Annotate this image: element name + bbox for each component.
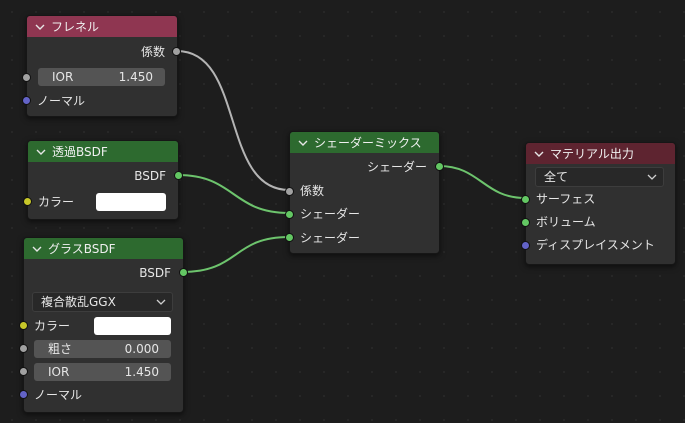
socket-ior-input[interactable] <box>22 73 31 82</box>
fac-label: 係数 <box>300 184 325 198</box>
target-value: 全て <box>544 170 569 184</box>
node-title: 透過BSDF <box>52 145 108 159</box>
node-editor-canvas[interactable]: フレネル 係数 IOR 1.450 ノーマル 透過BSDF BSDF カラー グ… <box>0 0 685 423</box>
color-label: カラー <box>34 319 71 333</box>
ior-field[interactable]: IOR 1.450 <box>34 363 171 381</box>
output-bsdf-label: BSDF <box>139 266 171 280</box>
output-bsdf-label: BSDF <box>134 169 166 183</box>
roughness-value: 0.000 <box>124 342 159 356</box>
chevron-down-icon[interactable] <box>298 138 308 148</box>
node-fresnel-header[interactable]: フレネル <box>27 16 177 37</box>
link-glass-to-mix-shader2 <box>181 236 290 273</box>
node-fresnel[interactable]: フレネル 係数 IOR 1.450 ノーマル <box>22 15 181 117</box>
node-title: グラスBSDF <box>48 242 116 256</box>
link-fresnel-to-mix-fac <box>176 50 290 191</box>
node-transparent-header[interactable]: 透過BSDF <box>28 141 178 162</box>
node-title: フレネル <box>51 20 100 34</box>
node-title: シェーダーミックス <box>314 136 422 150</box>
output-shader-label: シェーダー <box>366 160 427 174</box>
chevron-down-icon[interactable] <box>534 149 544 159</box>
output-fac-row: 係数 <box>27 42 177 62</box>
output-shader-row: シェーダー <box>290 157 439 177</box>
node-glass-bsdf[interactable]: グラスBSDF BSDF 複合散乱GGX カラー 粗さ 0.000 IOR 1.… <box>19 237 188 413</box>
normal-label: ノーマル <box>34 388 83 402</box>
shader2-row: シェーダー <box>290 228 439 248</box>
node-material-output[interactable]: マテリアル出力 全て サーフェス ボリューム ディスプレイスメント <box>521 142 676 265</box>
roughness-label: 粗さ <box>48 342 73 356</box>
distribution-value: 複合散乱GGX <box>41 295 116 309</box>
shader2-label: シェーダー <box>300 231 361 245</box>
chevron-down-icon[interactable] <box>36 147 46 157</box>
node-transparent-bsdf[interactable]: 透過BSDF BSDF カラー <box>23 140 183 220</box>
chevron-down-icon[interactable] <box>32 244 42 254</box>
shader1-label: シェーダー <box>300 207 361 221</box>
normal-label: ノーマル <box>37 94 86 108</box>
link-transparent-to-mix-shader1 <box>177 174 290 214</box>
surface-label: サーフェス <box>536 192 596 206</box>
output-bsdf-row: BSDF <box>24 263 183 283</box>
volume-row: ボリューム <box>526 212 675 232</box>
chevron-down-icon <box>156 299 166 305</box>
node-title: マテリアル出力 <box>550 147 634 161</box>
displacement-row: ディスプレイスメント <box>526 235 675 255</box>
color-swatch[interactable] <box>96 193 166 211</box>
link-mix-to-output-surface <box>438 165 526 199</box>
chevron-down-icon[interactable] <box>35 22 45 32</box>
ior-label: IOR <box>52 70 74 84</box>
normal-row: ノーマル <box>24 385 183 405</box>
distribution-dropdown[interactable]: 複合散乱GGX <box>32 292 173 312</box>
node-glass-header[interactable]: グラスBSDF <box>24 238 183 259</box>
color-swatch[interactable] <box>94 317 171 335</box>
socket-bsdf-output[interactable] <box>179 268 188 277</box>
displacement-label: ディスプレイスメント <box>536 238 655 252</box>
shader1-row: シェーダー <box>290 204 439 224</box>
output-fac-label: 係数 <box>140 45 165 59</box>
node-output-header[interactable]: マテリアル出力 <box>526 143 675 164</box>
target-dropdown[interactable]: 全て <box>535 167 664 187</box>
color-label: カラー <box>38 195 75 209</box>
socket-fac-output[interactable] <box>172 47 181 56</box>
fac-row: 係数 <box>290 181 439 201</box>
chevron-down-icon <box>647 174 657 180</box>
socket-roughness-input[interactable] <box>19 344 28 353</box>
ior-value: 1.450 <box>118 70 153 84</box>
node-mix-header[interactable]: シェーダーミックス <box>290 132 439 153</box>
ior-label: IOR <box>48 365 70 379</box>
socket-bsdf-output[interactable] <box>174 171 183 180</box>
normal-row: ノーマル <box>27 91 177 111</box>
surface-row: サーフェス <box>526 189 675 209</box>
roughness-field[interactable]: 粗さ 0.000 <box>34 340 171 358</box>
ior-value: 1.450 <box>124 365 159 379</box>
volume-label: ボリューム <box>536 215 596 229</box>
node-mix-shader[interactable]: シェーダーミックス シェーダー 係数 シェーダー シェーダー <box>285 131 444 254</box>
output-bsdf-row: BSDF <box>28 166 178 186</box>
ior-field[interactable]: IOR 1.450 <box>38 68 165 86</box>
socket-shader-output[interactable] <box>435 162 444 171</box>
socket-ior-input[interactable] <box>19 367 28 376</box>
